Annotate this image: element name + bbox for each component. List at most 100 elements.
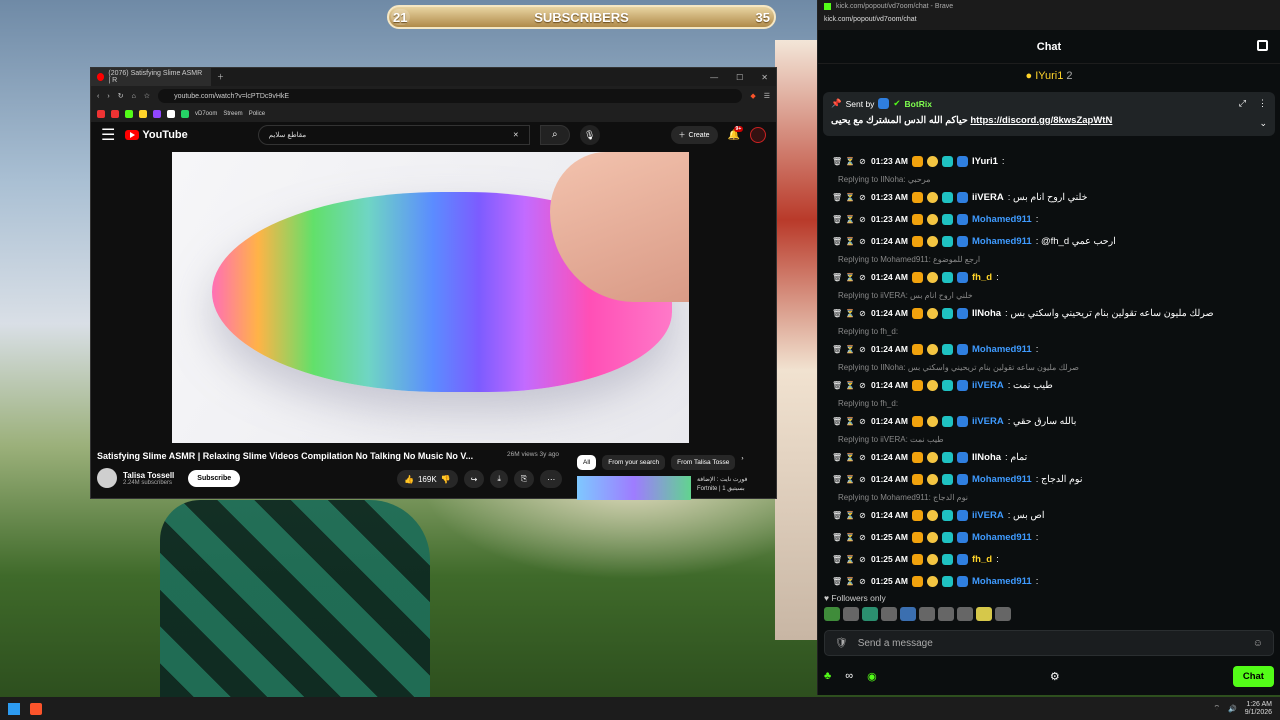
delete-icon[interactable]: 🗑 xyxy=(832,381,842,390)
bookmark-icon[interactable]: ☆ xyxy=(144,92,150,100)
reply-context[interactable]: Replying to Mohamed911: نوم الدجاج xyxy=(818,490,1280,504)
chat-message[interactable]: 🗑 ⏳ ⊘ 01:24 AM Mohamed911: @fh_d ارحب عمي xyxy=(818,230,1280,252)
username[interactable]: IYuri1 xyxy=(972,156,998,167)
emote-5[interactable] xyxy=(900,607,916,621)
username[interactable]: Mohamed911 xyxy=(972,532,1032,543)
account-avatar[interactable] xyxy=(750,127,766,143)
reply-context[interactable]: Replying to fh_d: xyxy=(818,396,1280,410)
ban-icon[interactable]: ⊘ xyxy=(858,555,867,564)
chat-message[interactable]: 🗑 ⏳ ⊘ 01:23 AM Mohamed911: xyxy=(818,208,1280,230)
reply-context[interactable]: Replying to iiVERA: طيب نمت xyxy=(818,432,1280,446)
bookmark-folder-1[interactable]: vD7oom xyxy=(195,111,217,117)
ban-icon[interactable]: ⊘ xyxy=(858,157,867,166)
timeout-icon[interactable]: ⏳ xyxy=(845,157,855,166)
emote-2[interactable] xyxy=(843,607,859,621)
username[interactable]: iiVERA xyxy=(972,416,1004,427)
maximize-icon[interactable]: ☐ xyxy=(736,73,743,82)
menu-icon[interactable]: ☰ xyxy=(764,92,770,100)
subscribe-button[interactable]: Subscribe xyxy=(188,469,241,487)
chat-message[interactable]: 🗑 ⏳ ⊘ 01:24 AM fh_d: xyxy=(818,266,1280,288)
bookmark-folder-2[interactable]: Streem xyxy=(223,111,242,117)
ban-icon[interactable]: ⊘ xyxy=(858,577,867,586)
chip-from-search[interactable]: From your search xyxy=(602,455,666,470)
clock[interactable]: 1:26 AM 9/1/2026 xyxy=(1245,701,1272,717)
reply-context[interactable]: Replying to Mohamed911: ارجع للموضوع xyxy=(818,252,1280,266)
delete-icon[interactable]: 🗑 xyxy=(832,157,842,166)
username[interactable]: Mohamed911 xyxy=(972,214,1032,225)
timeout-icon[interactable]: ⏳ xyxy=(845,511,855,520)
delete-icon[interactable]: 🗑 xyxy=(832,309,842,318)
forward-icon[interactable]: › xyxy=(107,93,109,100)
minimize-icon[interactable]: — xyxy=(710,73,718,82)
username[interactable]: iiVERA xyxy=(972,192,1004,203)
delete-icon[interactable]: 🗑 xyxy=(832,417,842,426)
points-icon[interactable]: ♣ xyxy=(824,670,831,682)
delete-icon[interactable]: 🗑 xyxy=(832,453,842,462)
chevron-right-icon[interactable]: › xyxy=(741,455,743,470)
wifi-icon[interactable]: ⌔ xyxy=(1213,704,1220,713)
pinned-more-icon[interactable]: ⋮ xyxy=(1258,98,1267,109)
chat-message[interactable]: 🗑 ⏳ ⊘ 01:23 AM IYuri1: xyxy=(818,150,1280,172)
delete-icon[interactable]: 🗑 xyxy=(832,475,842,484)
save-icon[interactable]: ⎘ xyxy=(513,470,535,488)
ban-icon[interactable]: ⊘ xyxy=(858,381,867,390)
send-chat-button[interactable]: Chat xyxy=(1232,665,1274,687)
chat-message[interactable]: 🗑 ⏳ ⊘ 01:24 AM iiVERA: بالله سارق حقي xyxy=(818,410,1280,432)
tab-youtube[interactable]: (2076) Satisfying Slime ASMR | R xyxy=(91,68,211,86)
emote-10[interactable] xyxy=(995,607,1011,621)
ban-icon[interactable]: ⊘ xyxy=(858,309,867,318)
home-icon[interactable]: ⌂ xyxy=(132,93,136,100)
delete-icon[interactable]: 🗑 xyxy=(832,511,842,520)
delete-icon[interactable]: 🗑 xyxy=(832,533,842,542)
chip-from-channel[interactable]: From Talisa Tosse xyxy=(671,455,736,470)
chat-message[interactable]: 🗑 ⏳ ⊘ 01:23 AM iiVERA: خلني اروح انام بس xyxy=(818,186,1280,208)
pinned-message[interactable]: 📌 Sent by ✔ BotRix حياكم الله الدس المشت… xyxy=(823,92,1275,136)
username[interactable]: Mohamed911 xyxy=(972,236,1032,247)
pinned-link[interactable]: https://discord.gg/8kwsZapWtN xyxy=(970,115,1112,126)
bookmark-twitch-icon[interactable] xyxy=(153,110,161,118)
timeout-icon[interactable]: ⏳ xyxy=(845,577,855,586)
emote-4[interactable] xyxy=(881,607,897,621)
reply-context[interactable]: Replying to IlNoha: صرلك مليون ساعه تقول… xyxy=(818,360,1280,374)
delete-icon[interactable]: 🗑 xyxy=(832,577,842,586)
download-icon[interactable]: ⤓ xyxy=(490,470,508,488)
close-icon[interactable]: ✕ xyxy=(761,73,768,82)
timeout-icon[interactable]: ⏳ xyxy=(845,237,855,246)
chevron-down-icon[interactable]: ⌄ xyxy=(1259,118,1267,129)
emote-8[interactable] xyxy=(957,607,973,621)
timeout-icon[interactable]: ⏳ xyxy=(845,215,855,224)
reply-context[interactable]: Replying to IlNoha: مرحبي xyxy=(818,172,1280,186)
volume-icon[interactable]: 🔊 xyxy=(1228,705,1237,713)
url-field[interactable]: youtube.com/watch?v=lcPTDc9vHkE xyxy=(158,89,743,103)
emote-7[interactable] xyxy=(938,607,954,621)
like-button[interactable]: 👍 169K 👎 xyxy=(397,470,458,488)
reply-context[interactable]: Replying to iiVERA: خلني اروح انام بس xyxy=(818,288,1280,302)
channel-avatar[interactable] xyxy=(97,468,117,488)
username[interactable]: iiVERA xyxy=(972,380,1004,391)
username[interactable]: fh_d xyxy=(972,554,992,565)
ban-icon[interactable]: ⊘ xyxy=(858,193,867,202)
ban-icon[interactable]: ⊘ xyxy=(858,533,867,542)
emote-9[interactable] xyxy=(976,607,992,621)
delete-icon[interactable]: 🗑 xyxy=(832,273,842,282)
search-icon[interactable]: ⌕ xyxy=(539,125,570,145)
search-input[interactable]: مقاطع سلايم ✕ xyxy=(257,125,530,145)
username[interactable]: Mohamed911 xyxy=(972,344,1032,355)
reload-icon[interactable]: ↻ xyxy=(118,92,124,100)
username[interactable]: IlNoha xyxy=(972,308,1001,319)
ban-icon[interactable]: ⊘ xyxy=(858,237,867,246)
delete-icon[interactable]: 🗑 xyxy=(832,345,842,354)
clear-search-icon[interactable]: ✕ xyxy=(513,131,519,139)
chip-all[interactable]: All xyxy=(577,455,597,470)
emote-3[interactable] xyxy=(862,607,878,621)
emote-6[interactable] xyxy=(919,607,935,621)
reply-context[interactable]: Replying to fh_d: xyxy=(818,324,1280,338)
chat-message[interactable]: 🗑 ⏳ ⊘ 01:24 AM iiVERA: اص بس xyxy=(818,504,1280,526)
timeout-icon[interactable]: ⏳ xyxy=(845,273,855,282)
timeout-icon[interactable]: ⏳ xyxy=(845,381,855,390)
shield-icon[interactable]: 🛡 xyxy=(835,638,848,649)
chat-message[interactable]: 🗑 ⏳ ⊘ 01:25 AM Mohamed911: xyxy=(818,526,1280,548)
chat-message[interactable]: 🗑 ⏳ ⊘ 01:24 AM Mohamed911: xyxy=(818,338,1280,360)
chat-message[interactable]: 🗑 ⏳ ⊘ 01:25 AM Mohamed911: xyxy=(818,570,1280,592)
emote-1[interactable] xyxy=(824,607,840,621)
